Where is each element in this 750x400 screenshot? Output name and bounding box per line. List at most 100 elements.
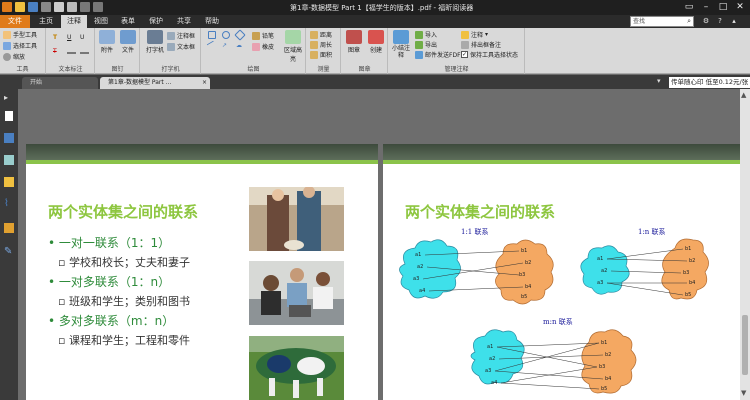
perimeter-button[interactable]: 周长 [310, 40, 332, 49]
ad-banner[interactable]: 传单随心印 低至0.12元/张 [669, 77, 750, 88]
file-button[interactable]: 文件 [117, 30, 139, 54]
scroll-thumb[interactable] [742, 315, 748, 375]
diagram-label-m-n: m:n 联系 [543, 317, 573, 326]
send-fdf-button[interactable]: 邮件发送FDF [415, 50, 461, 59]
vertical-scrollbar[interactable]: ▲ ▼ [740, 89, 750, 400]
export-icon [415, 40, 423, 49]
cloud-tool[interactable]: ☁ [236, 42, 242, 49]
collapse-ribbon-icon[interactable]: ▴ [728, 15, 740, 28]
eraser-button[interactable]: 橡皮 [252, 42, 274, 51]
strikeout-button[interactable]: T [53, 48, 57, 55]
redo-icon[interactable] [93, 2, 103, 12]
select-tool-button[interactable]: 选择工具 [3, 41, 37, 50]
hand-tool-label: 手型工具 [13, 32, 38, 39]
stamp-icon [346, 30, 362, 44]
tab-list-icon[interactable]: ▾ [657, 77, 661, 85]
scroll-up-icon[interactable]: ▲ [741, 91, 746, 99]
pencil-button[interactable]: 铅笔 [252, 31, 274, 40]
restore-icon[interactable]: ▭ [682, 1, 696, 13]
layers-icon[interactable] [4, 155, 14, 165]
bookmarks-icon[interactable] [4, 133, 14, 143]
page-thumbnails-icon[interactable] [5, 111, 13, 121]
squiggly-button[interactable]: U [80, 34, 84, 41]
chevron-down-icon: ▾ [485, 31, 489, 38]
create-stamp-label: 创建 [369, 47, 382, 54]
expand-panel-icon[interactable]: ▸ [4, 93, 14, 103]
print-icon[interactable] [41, 2, 51, 12]
page-right: 两个实体集之间的联系 1:1 联系 a1 a2 a3 a4 b1 b2 b3 b4 b5 1:… [383, 144, 740, 400]
save-icon[interactable] [28, 2, 38, 12]
comments-label: 注释 [471, 32, 484, 39]
summary-label: 小结注释 [391, 45, 410, 59]
polygon-tool[interactable] [234, 29, 246, 41]
tab-start[interactable]: 开始 [22, 77, 98, 89]
settings-icon[interactable]: ⚙ [700, 15, 712, 28]
ribbon: 手型工具 选择工具 缩放 工具 T U U T 文本标注 附件 文件 图钉 打字… [0, 28, 750, 74]
menu-file[interactable]: 文件 [0, 15, 30, 28]
import-button[interactable]: 导入 [415, 30, 437, 39]
perimeter-icon [310, 40, 318, 49]
scroll-down-icon[interactable]: ▼ [741, 389, 746, 397]
stamp-label: 图章 [347, 47, 360, 54]
callout-button[interactable]: 注释框 [167, 31, 195, 40]
menu-view[interactable]: 视图 [89, 15, 113, 28]
tab-close-icon[interactable]: × [202, 77, 207, 89]
checkbox-checked-icon: ✓ [461, 51, 468, 58]
arrange-label: 排出框备注 [471, 42, 502, 49]
help-icon[interactable]: ? [714, 15, 726, 28]
export-button[interactable]: 导出 [415, 40, 437, 49]
menu-help[interactable]: 帮助 [199, 15, 225, 28]
signature-icon[interactable]: ✎ [4, 247, 14, 257]
arrow-tool[interactable]: ↗ [222, 42, 227, 49]
line-tool[interactable] [206, 40, 218, 52]
summary-button[interactable]: 小结注释 [390, 30, 412, 59]
menu-home[interactable]: 主页 [32, 15, 60, 28]
close-icon[interactable]: ✕ [733, 1, 747, 13]
security-lock-icon[interactable] [4, 223, 14, 233]
arrange-icon [461, 40, 469, 49]
hand-tool-button[interactable]: 手型工具 [3, 30, 37, 39]
area-label: 面积 [320, 52, 333, 59]
minimize-icon[interactable]: – [699, 1, 713, 13]
group-label-pin: 图钉 [111, 66, 124, 73]
typewriter-button[interactable]: 打字机 [144, 30, 166, 54]
highlight-text-button[interactable]: T [53, 34, 57, 41]
open-icon[interactable] [15, 2, 25, 12]
comments-panel-icon[interactable] [4, 177, 14, 187]
stamp-button[interactable]: 图章 [343, 30, 365, 54]
svg-text:a1: a1 [415, 252, 421, 258]
menu-comment[interactable]: 注释 [61, 15, 87, 28]
group-stamp: 图章 创建 图章 [342, 28, 388, 74]
area-button[interactable]: 面积 [310, 50, 332, 59]
area-highlight-button[interactable]: 区域高亮 [282, 30, 304, 63]
maximize-icon[interactable]: □ [716, 1, 730, 13]
select-icon[interactable] [67, 2, 77, 12]
tab-document[interactable]: 第1章-数据模型 Part ... × [100, 77, 210, 89]
textbox-button[interactable]: 文本框 [167, 42, 195, 51]
distance-button[interactable]: 距离 [310, 30, 332, 39]
arrange-button[interactable]: 排出框备注 [461, 40, 501, 49]
comments-dropdown[interactable]: 注释 ▾ [461, 30, 488, 39]
menu-protect[interactable]: 保护 [143, 15, 169, 28]
menu-share[interactable]: 共享 [171, 15, 197, 28]
search-icon[interactable]: ⌕ [687, 17, 691, 26]
svg-text:a4: a4 [491, 380, 497, 386]
hand-icon[interactable] [54, 2, 64, 12]
photo-students [249, 261, 344, 325]
svg-text:b4: b4 [689, 280, 695, 286]
create-stamp-button[interactable]: 创建 [365, 30, 387, 54]
ellipse-tool[interactable] [222, 31, 230, 39]
replace-text-button[interactable] [67, 48, 76, 54]
slide-header-band [383, 144, 740, 160]
document-viewer[interactable]: 两个实体集之间的联系 • 一对一联系（1：1） ▫ 学校和校长；丈夫和妻子 • … [18, 89, 740, 400]
undo-icon[interactable] [80, 2, 90, 12]
zoom-button[interactable]: 缩放 [3, 52, 25, 61]
underline-button[interactable]: U [67, 34, 71, 41]
search-input[interactable]: 查找 ⌕ [630, 16, 694, 27]
menu-form[interactable]: 表单 [115, 15, 141, 28]
attachment-button[interactable]: 附件 [96, 30, 118, 54]
insert-text-button[interactable] [80, 48, 89, 54]
keep-tool-checkbox[interactable]: ✓ 保持工具选择状态 [461, 50, 518, 59]
rectangle-tool[interactable] [208, 31, 216, 39]
attachments-icon[interactable]: ⌇ [4, 199, 14, 209]
